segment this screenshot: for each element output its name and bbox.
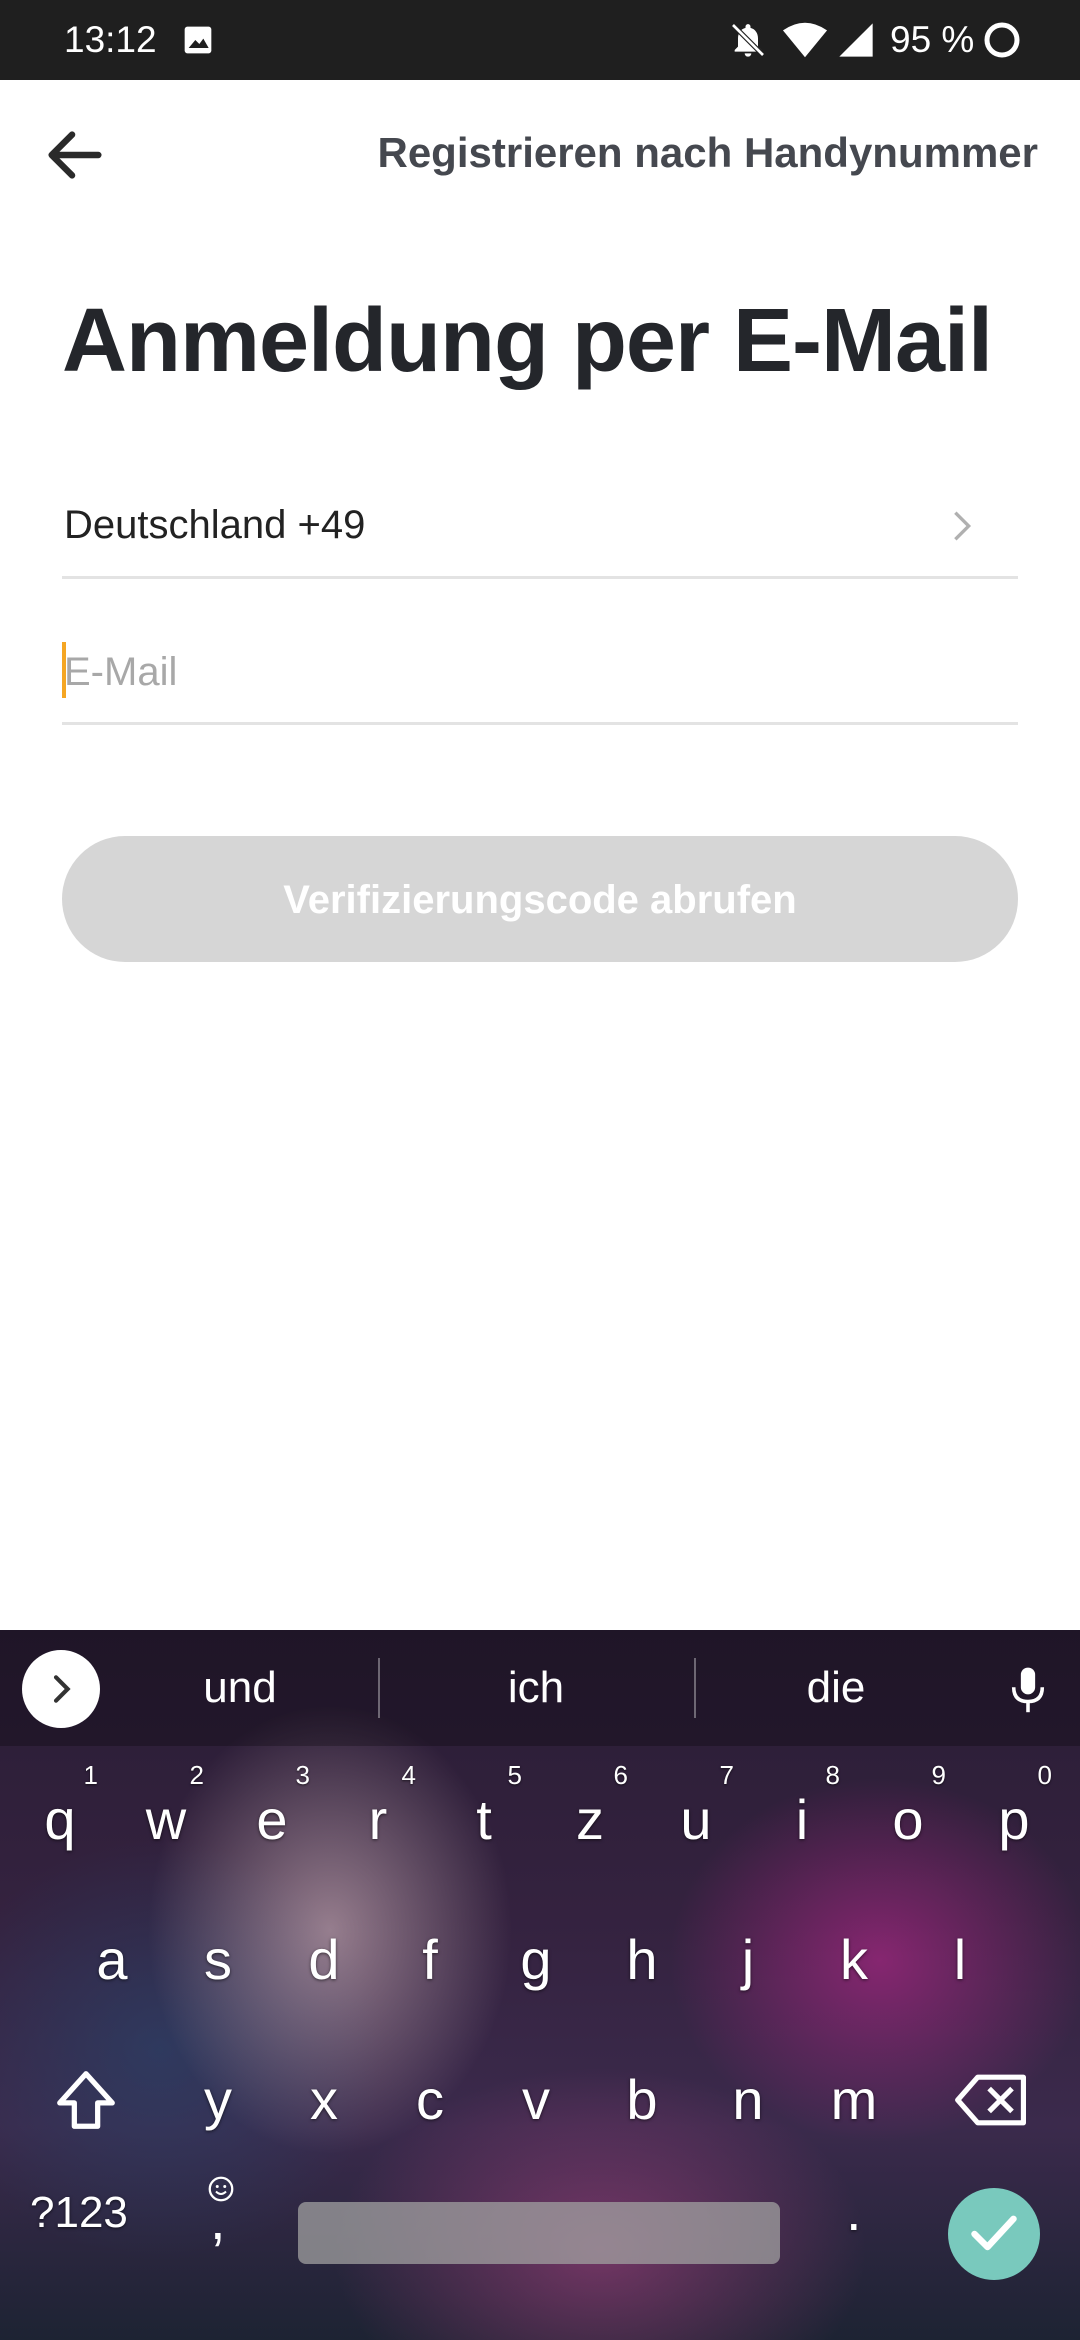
key-a[interactable]: a xyxy=(60,1900,164,2020)
key-z[interactable]: 6z xyxy=(538,1760,642,1880)
comma-label: , xyxy=(210,2188,226,2251)
key-c[interactable]: c xyxy=(378,2040,482,2160)
country-selector[interactable]: Deutschland +49 xyxy=(62,480,1018,579)
key-h[interactable]: h xyxy=(590,1900,694,2020)
key-o[interactable]: 9o xyxy=(856,1760,960,1880)
key-t[interactable]: 5t xyxy=(432,1760,536,1880)
bell-off-icon xyxy=(731,23,765,57)
microphone-icon[interactable] xyxy=(1006,1664,1050,1714)
register-by-phone-link[interactable]: Registrieren nach Handynummer xyxy=(377,118,1038,188)
key-p[interactable]: 0p xyxy=(962,1760,1066,1880)
divider xyxy=(378,1658,380,1718)
key-letter: i xyxy=(795,1788,809,1851)
text-cursor xyxy=(62,642,66,698)
status-time: 13:12 xyxy=(64,19,157,60)
key-letter: t xyxy=(476,1788,492,1851)
key-u[interactable]: 7u xyxy=(644,1760,748,1880)
email-field-container xyxy=(62,626,1018,725)
key-letter: q xyxy=(44,1788,76,1851)
shift-icon[interactable] xyxy=(46,2065,126,2135)
chevron-right-icon xyxy=(954,511,972,541)
battery-percentage: 95 % xyxy=(890,19,975,60)
key-digit: 1 xyxy=(83,1760,98,1790)
key-k[interactable]: k xyxy=(802,1900,906,2020)
checkmark-icon xyxy=(971,2215,1017,2251)
key-digit: 8 xyxy=(825,1760,840,1790)
wifi-icon xyxy=(782,22,828,58)
key-letter: a xyxy=(96,1928,128,1991)
suggestion-1[interactable]: und xyxy=(140,1630,340,1746)
key-letter: w xyxy=(145,1788,187,1851)
key-letter: d xyxy=(308,1928,340,1991)
key-letter: o xyxy=(892,1788,924,1851)
key-v[interactable]: v xyxy=(484,2040,588,2160)
image-icon xyxy=(184,26,212,54)
key-letter: j xyxy=(741,1928,755,1991)
email-input[interactable] xyxy=(62,626,1004,718)
key-letter: h xyxy=(626,1928,658,1991)
key-digit: 4 xyxy=(401,1760,416,1790)
divider xyxy=(694,1658,696,1718)
key-s[interactable]: s xyxy=(166,1900,270,2020)
signal-icon xyxy=(839,23,873,57)
key-f[interactable]: f xyxy=(378,1900,482,2020)
key-letter: f xyxy=(422,1928,438,1991)
key-letter: e xyxy=(256,1788,288,1851)
key-digit: 0 xyxy=(1037,1760,1052,1790)
key-r[interactable]: 4r xyxy=(326,1760,430,1880)
done-key[interactable] xyxy=(948,2188,1040,2280)
key-l[interactable]: l xyxy=(908,1900,1012,2020)
chevron-right-icon xyxy=(53,1675,71,1703)
on-screen-keyboard: und ich die 1q 2w 3e 4r 5t 6z 7u 8i 9o 0… xyxy=(0,1630,1080,2340)
key-y[interactable]: y xyxy=(166,2040,270,2160)
key-q[interactable]: 1q xyxy=(8,1760,112,1880)
key-letter: g xyxy=(520,1928,552,1991)
key-letter: s xyxy=(204,1928,232,1991)
key-letter: c xyxy=(416,2068,444,2131)
period-key[interactable]: . xyxy=(846,2178,862,2243)
space-bar[interactable] xyxy=(298,2202,780,2264)
page-title: Anmeldung per E-Mail xyxy=(62,291,993,391)
suggestion-3[interactable]: die xyxy=(736,1630,936,1746)
symbols-mode-key[interactable]: ?123 xyxy=(30,2188,128,2238)
battery-icon xyxy=(984,22,1020,58)
status-bar: 13:12 95 % xyxy=(0,0,1080,80)
key-letter: u xyxy=(680,1788,712,1851)
key-letter: p xyxy=(998,1788,1030,1851)
key-m[interactable]: m xyxy=(802,2040,906,2160)
key-b[interactable]: b xyxy=(590,2040,694,2160)
key-letter: n xyxy=(732,2068,764,2131)
backspace-icon[interactable] xyxy=(952,2065,1032,2135)
key-digit: 3 xyxy=(295,1760,310,1790)
key-letter: k xyxy=(840,1928,868,1991)
key-e[interactable]: 3e xyxy=(220,1760,324,1880)
get-verification-code-button[interactable]: Verifizierungscode abrufen xyxy=(62,836,1018,962)
key-letter: b xyxy=(626,2068,658,2131)
key-digit: 5 xyxy=(507,1760,522,1790)
key-d[interactable]: d xyxy=(272,1900,376,2020)
key-digit: 7 xyxy=(719,1760,734,1790)
keyboard-expand-button[interactable] xyxy=(22,1650,100,1728)
key-letter: x xyxy=(310,2068,338,2131)
key-letter: z xyxy=(576,1788,604,1851)
key-letter: l xyxy=(953,1928,967,1991)
key-digit: 2 xyxy=(189,1760,204,1790)
key-x[interactable]: x xyxy=(272,2040,376,2160)
back-arrow-icon[interactable] xyxy=(40,120,110,190)
key-letter: r xyxy=(368,1788,388,1851)
key-g[interactable]: g xyxy=(484,1900,588,2020)
country-code-label: Deutschland +49 xyxy=(64,503,366,547)
key-letter: m xyxy=(830,2068,878,2131)
key-digit: 6 xyxy=(613,1760,628,1790)
key-digit: 9 xyxy=(931,1760,946,1790)
emoji-comma-key[interactable]: , xyxy=(196,2174,248,2248)
key-w[interactable]: 2w xyxy=(114,1760,218,1880)
suggestion-bar: und ich die xyxy=(0,1630,1080,1746)
key-j[interactable]: j xyxy=(696,1900,800,2020)
suggestion-2[interactable]: ich xyxy=(436,1630,636,1746)
key-letter: y xyxy=(204,2068,232,2131)
key-n[interactable]: n xyxy=(696,2040,800,2160)
key-i[interactable]: 8i xyxy=(750,1760,854,1880)
key-letter: v xyxy=(522,2068,550,2131)
